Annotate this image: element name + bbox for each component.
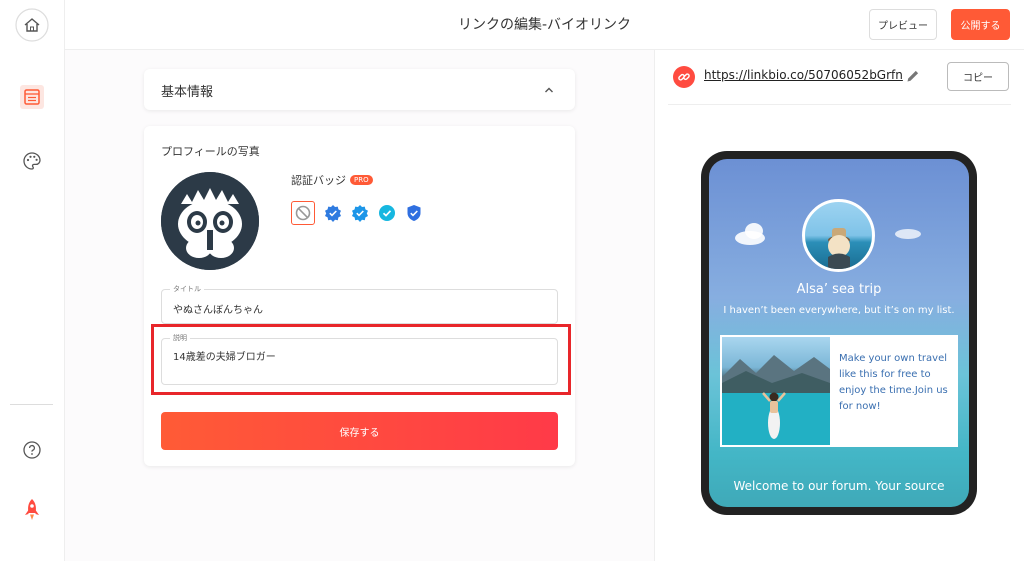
preview-card-image: [722, 337, 830, 445]
top-bar: リンクの編集-バイオリンク プレビュー 公開する: [65, 0, 1024, 50]
preview-profile-name: Alsa’ sea trip: [796, 282, 882, 297]
palette-icon: [23, 152, 41, 170]
sidebar-item-design[interactable]: [14, 143, 50, 179]
badge-option-teal-circle[interactable]: [378, 204, 396, 222]
verify-badge-heading: 認証バッジ PRO: [291, 172, 373, 188]
editor-panel: 基本情報 プロフィールの写真 認証バッジ PRO タイトル やぬさんぼんちゃん …: [65, 50, 655, 561]
profile-photo-label: プロフィールの写真: [161, 145, 260, 158]
title-field-label: タイトル: [170, 284, 204, 294]
cloud-decoration: [745, 223, 763, 239]
publish-button[interactable]: 公開する: [951, 9, 1010, 40]
preview-footer-text: Welcome to our forum. Your source: [733, 479, 945, 493]
link-icon-badge: [673, 66, 695, 88]
title-input[interactable]: やぬさんぼんちゃん: [173, 301, 263, 316]
badge-option-blue-shield[interactable]: [405, 204, 423, 222]
phone-mockup: Alsa’ sea trip I haven’t been everywhere…: [701, 151, 977, 515]
left-sidebar: [0, 0, 65, 561]
preview-panel: https://linkbio.co/50706052bGrfn コピー Als…: [656, 50, 1024, 561]
link-icon: [678, 73, 690, 81]
help-button[interactable]: [14, 432, 50, 468]
sidebar-item-page[interactable]: [14, 79, 50, 115]
preview-link-card[interactable]: Make your own travel like this for free …: [720, 335, 958, 447]
save-button[interactable]: 保存する: [161, 412, 558, 450]
rocket-icon: [25, 499, 39, 520]
kayak-photo: [722, 355, 830, 445]
profile-section: プロフィールの写真 認証バッジ PRO タイトル やぬさんぼんちゃん 説明 14…: [144, 126, 575, 466]
sidebar-divider: [10, 404, 53, 405]
bio-link-url[interactable]: https://linkbio.co/50706052bGrfn: [704, 68, 903, 82]
preview-button[interactable]: プレビュー: [869, 9, 937, 40]
owl-character-icon: [161, 172, 259, 270]
home-button[interactable]: [14, 7, 50, 43]
description-highlight-box: [151, 324, 571, 395]
chevron-up-icon[interactable]: [543, 84, 555, 96]
title-field[interactable]: タイトル やぬさんぼんちゃん: [161, 284, 558, 324]
no-badge-icon: [295, 205, 311, 221]
badge-option-none[interactable]: [291, 201, 315, 225]
basic-info-title: 基本情報: [161, 85, 214, 100]
help-icon: [23, 441, 41, 459]
edit-pencil-icon[interactable]: [905, 68, 921, 84]
preview-profile-photo: [802, 199, 875, 272]
basic-info-section[interactable]: 基本情報: [144, 69, 575, 110]
phone-screen: Alsa’ sea trip I haven’t been everywhere…: [709, 159, 969, 507]
copy-button[interactable]: コピー: [947, 62, 1009, 91]
badge-option-lightblue-scalloped[interactable]: [351, 204, 369, 222]
cloud-decoration: [895, 229, 921, 239]
upgrade-button[interactable]: [14, 492, 50, 528]
traveler-photo: [828, 228, 850, 269]
pro-badge: PRO: [350, 175, 373, 185]
profile-avatar[interactable]: [161, 172, 259, 270]
badge-options: [291, 201, 423, 225]
verify-badge-label: 認証バッジ: [291, 174, 346, 187]
badge-option-blue-scalloped[interactable]: [324, 204, 342, 222]
preview-profile-bio: I haven’t been everywhere, but it’s on m…: [723, 305, 955, 316]
preview-divider: [668, 104, 1011, 105]
home-icon: [15, 8, 49, 42]
page-icon: [20, 85, 44, 109]
preview-card-text: Make your own travel like this for free …: [839, 353, 948, 412]
